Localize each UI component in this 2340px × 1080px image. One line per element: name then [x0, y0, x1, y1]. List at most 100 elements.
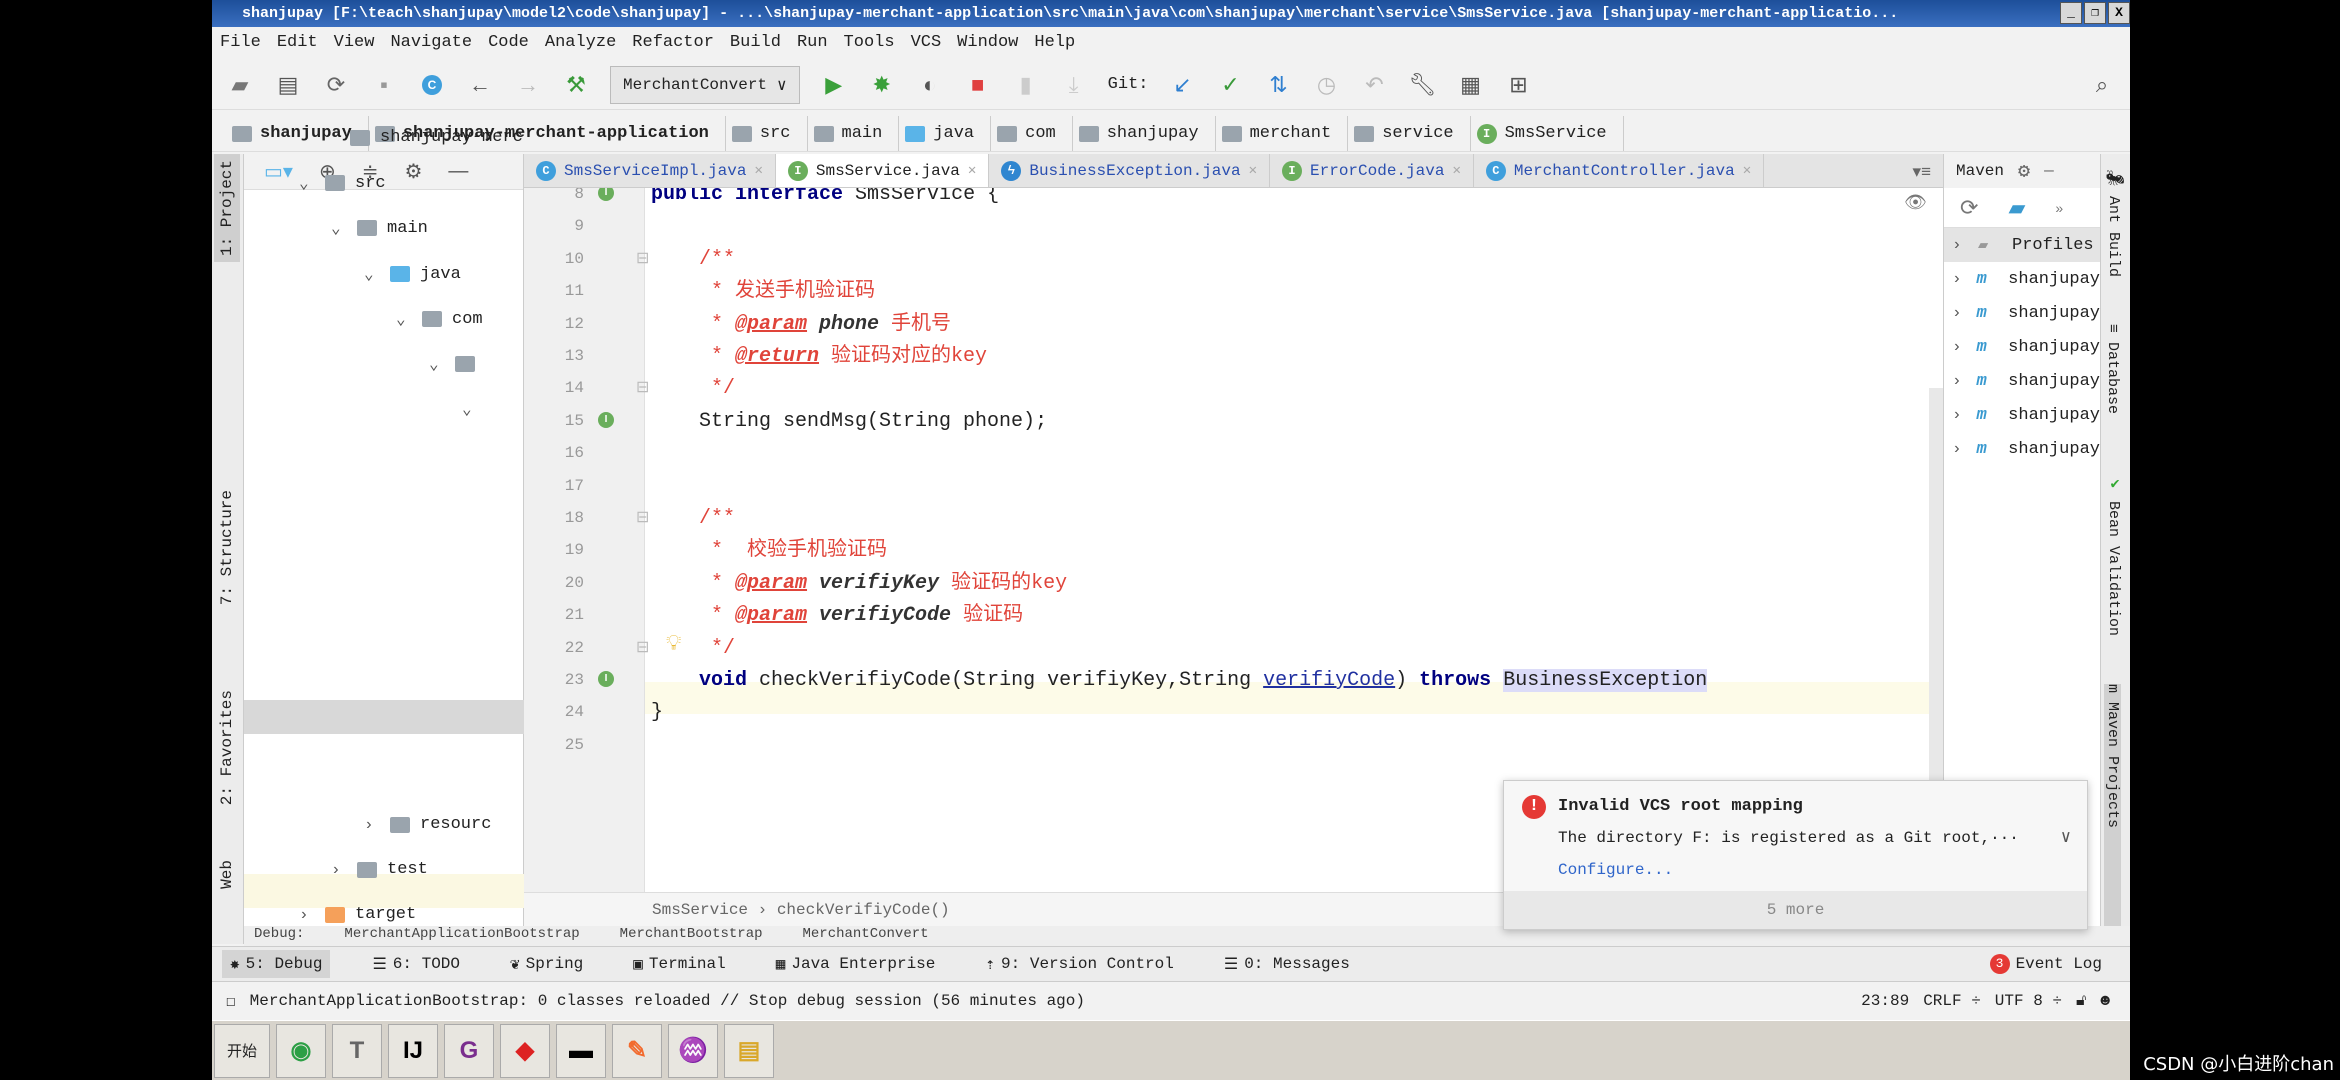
- tool-tab-maven-projects[interactable]: m Maven Projects: [2104, 684, 2121, 944]
- taskbar-typora-icon[interactable]: T: [332, 1023, 382, 1078]
- implemented-marker-icon[interactable]: I: [598, 671, 614, 687]
- tree-item[interactable]: ⌄ java: [364, 264, 461, 285]
- settings-wrench-icon[interactable]: 🔧︎: [1408, 71, 1437, 99]
- hide-icon[interactable]: —: [2044, 162, 2054, 180]
- breadcrumb-item[interactable]: shanjupay: [1073, 116, 1216, 151]
- more-icon[interactable]: »: [2055, 200, 2063, 216]
- debug-icon[interactable]: ✸: [868, 71, 896, 99]
- fold-marker-icon[interactable]: ⊟: [636, 248, 649, 268]
- breadcrumb-item[interactable]: src: [726, 116, 808, 151]
- maven-item[interactable]: › m shanjupay: [1944, 262, 2100, 296]
- tree-item[interactable]: ⌄ main: [331, 218, 428, 239]
- taskbar-chrome-icon[interactable]: ◉: [276, 1023, 326, 1078]
- hide-icon[interactable]: —: [448, 160, 468, 183]
- tree-item[interactable]: ⌄: [462, 399, 488, 419]
- breadcrumb-item[interactable]: service: [1348, 116, 1471, 151]
- menu-code[interactable]: Code: [488, 33, 529, 52]
- chevron-right-icon[interactable]: ›: [1952, 338, 1966, 356]
- chevron-right-icon[interactable]: ›: [1952, 236, 1968, 254]
- menu-run[interactable]: Run: [797, 33, 828, 52]
- taskbar-cmd-icon[interactable]: ▬: [556, 1023, 606, 1078]
- lightbulb-icon[interactable]: 💡︎: [666, 630, 681, 656]
- caret-position[interactable]: 23:89: [1861, 992, 1909, 1010]
- chevron-right-icon[interactable]: ›: [364, 816, 380, 834]
- update-icon[interactable]: ▮: [1012, 71, 1040, 99]
- history-icon[interactable]: ◷: [1312, 71, 1340, 99]
- maven-item[interactable]: › m shanjupay: [1944, 364, 2100, 398]
- maven-item[interactable]: › m shanjupay: [1944, 296, 2100, 330]
- menu-view[interactable]: View: [334, 33, 375, 52]
- close-tab-icon[interactable]: ✕: [754, 162, 762, 179]
- tree-item[interactable]: ⌄ src: [299, 173, 386, 194]
- sdk-icon[interactable]: ⊞: [1504, 71, 1532, 99]
- breadcrumb-item[interactable]: java: [899, 116, 992, 151]
- breadcrumb-item[interactable]: I SmsService: [1471, 116, 1624, 151]
- run-icon[interactable]: ▶: [820, 71, 848, 99]
- menu-tools[interactable]: Tools: [844, 33, 895, 52]
- breadcrumb-item[interactable]: main: [808, 116, 900, 151]
- tab-smsservice[interactable]: I SmsService.java ✕: [775, 154, 990, 187]
- status-toggle-icon[interactable]: ☐: [226, 991, 236, 1011]
- chevron-down-icon[interactable]: ⌄: [462, 399, 478, 419]
- breadcrumb-item[interactable]: merchant: [1216, 116, 1349, 151]
- tool-tab-ant-build[interactable]: 🐜︎ Ant Build: [2104, 168, 2122, 277]
- chevron-right-icon[interactable]: ›: [1952, 304, 1966, 322]
- line-separator[interactable]: CRLF ÷: [1923, 992, 1981, 1010]
- forward-icon[interactable]: →: [514, 71, 542, 99]
- taskbar-mysql-icon[interactable]: ♒: [668, 1023, 718, 1078]
- event-log-button[interactable]: 3 Event Log: [1982, 950, 2110, 978]
- tree-item[interactable]: › target: [299, 905, 416, 924]
- menu-file[interactable]: File: [220, 33, 261, 52]
- chevron-down-icon[interactable]: ⌄: [364, 264, 380, 284]
- more-notifications[interactable]: 5 more: [1504, 891, 2087, 929]
- debug-session-tab[interactable]: MerchantConvert: [803, 926, 929, 946]
- fold-marker-icon[interactable]: ⊟: [636, 377, 649, 397]
- git-update-icon[interactable]: ↙: [1168, 71, 1196, 99]
- generate-sources-icon[interactable]: ▰: [2008, 195, 2025, 221]
- chevron-right-icon[interactable]: ›: [1952, 406, 1966, 424]
- tab-list-menu-icon[interactable]: ▾≡: [1901, 154, 1943, 187]
- view-mode-icon[interactable]: ▭▾: [264, 159, 293, 184]
- back-icon[interactable]: ←: [466, 71, 494, 99]
- tool-tab-database[interactable]: ≡ Database: [2104, 324, 2121, 414]
- save-icon[interactable]: ▤: [274, 71, 302, 99]
- tool-window-spring[interactable]: ❦ Spring: [502, 950, 591, 978]
- taskbar-pdf-icon[interactable]: G: [444, 1023, 494, 1078]
- tool-tab-structure[interactable]: 7: Structure: [214, 484, 240, 611]
- close-tab-icon[interactable]: ✕: [1452, 162, 1460, 179]
- taskbar-explorer-icon[interactable]: ▤: [724, 1023, 774, 1078]
- tab-merchantcontroller[interactable]: C MerchantController.java ✕: [1474, 154, 1765, 187]
- chevron-down-icon[interactable]: ⌄: [429, 354, 445, 374]
- close-tab-icon[interactable]: ✕: [1743, 162, 1751, 179]
- project-structure-icon[interactable]: ▦: [1456, 71, 1484, 99]
- stop-icon[interactable]: ■: [964, 71, 992, 99]
- tool-tab-favorites[interactable]: 2: Favorites: [214, 684, 240, 811]
- revert-icon[interactable]: ↶: [1360, 71, 1388, 99]
- minimize-button[interactable]: _: [2060, 2, 2082, 24]
- chevron-down-icon[interactable]: ⌄: [331, 218, 347, 238]
- configure-link[interactable]: Configure...: [1558, 861, 1673, 879]
- chevron-right-icon[interactable]: ›: [299, 906, 315, 924]
- taskbar-intellij-icon[interactable]: IJ: [388, 1023, 438, 1078]
- maven-item[interactable]: › m shanjupay: [1944, 330, 2100, 364]
- tab-smsserviceimpl[interactable]: C SmsServiceImpl.java ✕: [524, 154, 776, 187]
- c-icon[interactable]: C: [418, 71, 446, 99]
- reimport-icon[interactable]: ⟳: [1960, 195, 1978, 221]
- debug-session-tab[interactable]: MerchantApplicationBootstrap: [344, 926, 579, 946]
- maven-item[interactable]: › m shanjupay: [1944, 398, 2100, 432]
- menu-build[interactable]: Build: [730, 33, 781, 52]
- tool-window-debug[interactable]: ✸ 5: Debug: [222, 950, 331, 978]
- download-icon[interactable]: ⤓: [1060, 71, 1088, 99]
- coverage-icon[interactable]: ◐: [916, 71, 944, 99]
- tool-window-terminal[interactable]: ▣ Terminal: [625, 950, 733, 978]
- gear-icon[interactable]: ⚙: [404, 159, 422, 184]
- open-icon[interactable]: ▰: [226, 71, 254, 99]
- file-encoding[interactable]: UTF 8 ÷: [1995, 992, 2062, 1010]
- git-compare-icon[interactable]: ⇅: [1264, 71, 1292, 99]
- chevron-down-icon[interactable]: ⌄: [396, 309, 412, 329]
- implemented-marker-icon[interactable]: I: [598, 411, 614, 428]
- gear-icon[interactable]: ⚙: [2018, 158, 2030, 184]
- tree-item[interactable]: ⌄ com: [396, 309, 483, 330]
- expand-chevron-icon[interactable]: ∨: [2061, 827, 2071, 848]
- menu-navigate[interactable]: Navigate: [390, 33, 472, 52]
